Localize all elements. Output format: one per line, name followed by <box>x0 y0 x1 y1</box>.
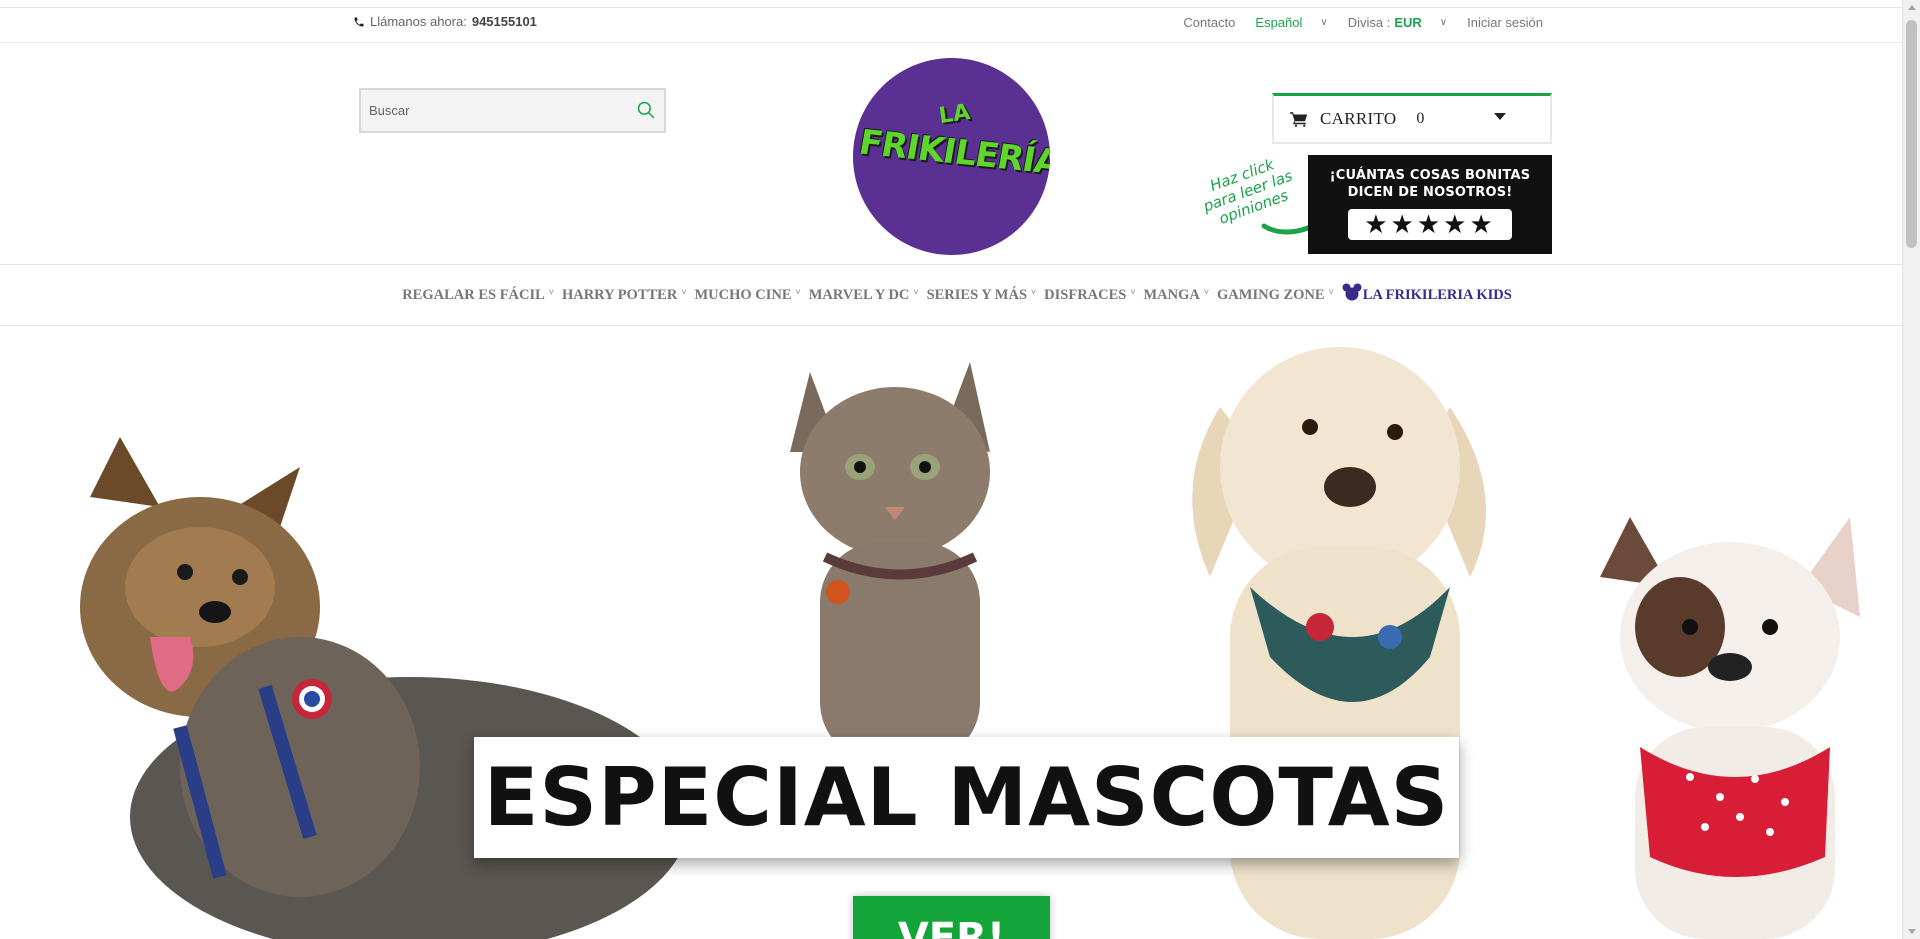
nav-item-label: LA FRIKILERIA KIDS <box>1362 286 1512 303</box>
nav-item-manga[interactable]: MANGA ˅ <box>1143 287 1209 304</box>
scrollbar-thumb[interactable] <box>1906 20 1917 248</box>
phone-number[interactable]: 945155101 <box>472 14 537 29</box>
chevron-down-icon: ˅ <box>1130 287 1136 297</box>
search-box <box>359 88 666 133</box>
mouse-ears-icon <box>1342 283 1362 301</box>
nav-item-label: MARVEL Y DC <box>808 286 910 303</box>
nav-item-label: GAMING ZONE <box>1217 286 1325 303</box>
nav-item-label: HARRY POTTER <box>561 286 678 303</box>
reviews-banner[interactable]: ¡CUÁNTAS COSAS BONITAS DICEN DE NOSOTROS… <box>1308 155 1552 254</box>
page-scrollbar[interactable] <box>1902 0 1920 939</box>
chevron-down-icon: ˅ <box>795 287 801 297</box>
nav-item-gaming-zone[interactable]: GAMING ZONE ˅ <box>1217 287 1334 304</box>
reviews-title: ¡CUÁNTAS COSAS BONITAS DICEN DE NOSOTROS… <box>1329 168 1531 200</box>
chevron-down-icon: ˅ <box>1031 287 1037 297</box>
logo-text-top: LA <box>937 99 972 130</box>
chevron-down-icon[interactable]: ∨ <box>1320 17 1327 28</box>
nav-item-mucho-cine[interactable]: MUCHO CINE ˅ <box>694 287 800 304</box>
chevron-down-icon: ˅ <box>1328 287 1334 297</box>
login-link[interactable]: Iniciar sesión <box>1467 15 1543 30</box>
top-bar: Llámanos ahora: 945155101 Contacto Españ… <box>0 8 1902 43</box>
site-logo[interactable]: LA FRIKILERÍA <box>853 58 1050 255</box>
nav-item-label: SERIES Y MÁS <box>926 286 1028 303</box>
cat-image <box>790 362 990 762</box>
main-nav: REGALAR ES FÁCIL ˅ HARRY POTTER ˅ MUCHO CI… <box>0 264 1902 326</box>
cart-count: 0 <box>1416 110 1425 127</box>
bulldog-image <box>1600 517 1860 939</box>
nav-item-label: MUCHO CINE <box>694 286 792 303</box>
nav-item-regalar[interactable]: REGALAR ES FÁCIL ˅ <box>402 287 554 304</box>
nav-item-harry-potter[interactable]: HARRY POTTER ˅ <box>562 287 687 304</box>
language-selector[interactable]: Español <box>1255 15 1302 30</box>
phone-info: Llámanos ahora: 945155101 <box>353 14 537 29</box>
chevron-down-icon: ˅ <box>548 287 554 297</box>
nav-item-label: DISFRACES <box>1044 286 1127 303</box>
caret-down-icon[interactable] <box>1494 113 1506 120</box>
yorkie-dog-image <box>80 437 690 939</box>
search-input[interactable] <box>361 90 611 131</box>
top-border <box>0 0 1902 8</box>
nav-item-kids[interactable]: LA FRIKILERIA KIDS <box>1342 283 1512 304</box>
phone-icon <box>354 17 364 26</box>
nav-item-series[interactable]: SERIES Y MÁS ˅ <box>927 287 1037 304</box>
nav-item-label: MANGA <box>1143 286 1200 303</box>
star-rating: ★★★★★ <box>1348 209 1512 240</box>
chevron-down-icon[interactable]: ∨ <box>1440 17 1447 28</box>
phone-prefix: Llámanos ahora: <box>370 14 467 29</box>
hero-cta-button[interactable]: VER! <box>853 896 1050 939</box>
nav-list: REGALAR ES FÁCIL ˅ HARRY POTTER ˅ MUCHO CI… <box>398 283 1516 304</box>
contact-link[interactable]: Contacto <box>1183 15 1235 30</box>
search-icon[interactable] <box>636 100 656 120</box>
currency-label: Divisa : <box>1347 15 1391 30</box>
nav-item-disfraces[interactable]: DISFRACES ˅ <box>1044 287 1135 304</box>
scroll-up-icon[interactable] <box>1908 5 1916 10</box>
cart-button[interactable]: CARRITO 0 <box>1272 93 1552 144</box>
hero-title-box: ESPECIAL MASCOTAS <box>474 737 1459 858</box>
nav-item-marvel-dc[interactable]: MARVEL Y DC ˅ <box>809 287 919 304</box>
topbar-links: Contacto Español ∨ Divisa : EUR ∨ Inicia… <box>1163 15 1543 30</box>
cart-label: CARRITO <box>1320 109 1397 128</box>
scroll-down-icon[interactable] <box>1908 929 1916 934</box>
cart-icon <box>1290 112 1308 127</box>
currency-selector[interactable]: EUR <box>1394 15 1421 30</box>
chevron-down-icon: ˅ <box>1203 287 1210 297</box>
hero-banner[interactable]: ESPECIAL MASCOTAS VER! <box>0 327 1902 939</box>
nav-item-label: REGALAR ES FÁCIL <box>402 286 545 303</box>
chevron-down-icon: ˅ <box>913 287 919 297</box>
hero-title: ESPECIAL MASCOTAS <box>483 751 1450 844</box>
chevron-down-icon: ˅ <box>681 287 687 297</box>
logo-text-main: FRIKILERÍA <box>856 122 1050 183</box>
